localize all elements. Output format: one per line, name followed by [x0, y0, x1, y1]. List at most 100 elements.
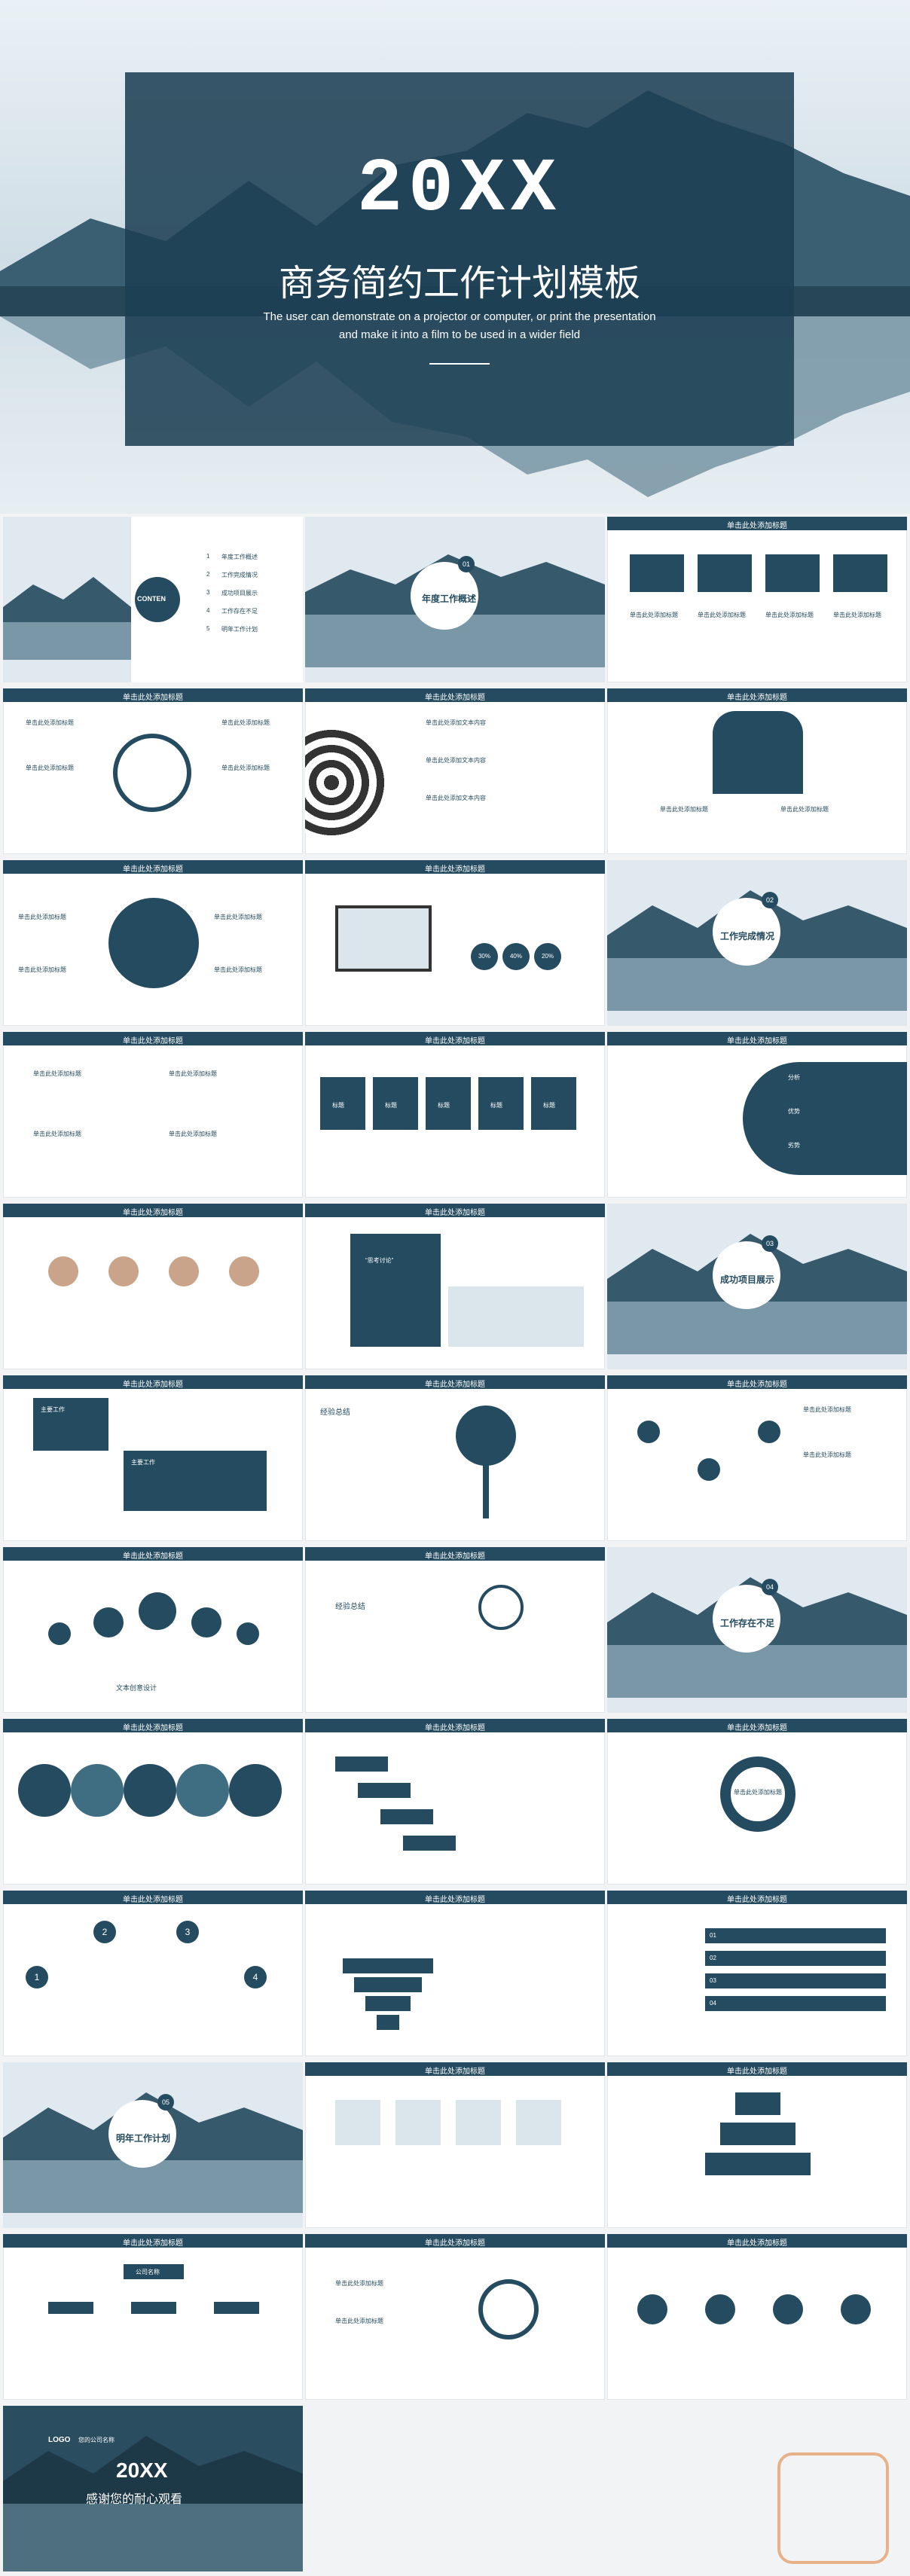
slide-header: 单击此处添加标题: [607, 517, 907, 530]
slide-people[interactable]: 单击此处添加标题: [3, 1204, 303, 1369]
slide-arrows[interactable]: 单击此处添加标题 标题 标题 标题 标题 标题: [305, 1032, 605, 1198]
slide-target[interactable]: 单击此处添加标题 单击此处添加文本内容 单击此处添加文本内容 单击此处添加文本内…: [305, 688, 605, 854]
icon-title-2: 单击此处添加标题: [698, 612, 746, 618]
star-icon: [237, 1622, 259, 1645]
arrow-label-4: 标题: [490, 1102, 502, 1109]
star-icon: [48, 1622, 71, 1645]
slide-numbered-path[interactable]: 单击此处添加标题 1 2 3 4: [3, 1891, 303, 2056]
slide-summary[interactable]: 单击此处添加标题 经验总结: [305, 1547, 605, 1713]
slide-main-work[interactable]: 单击此处添加标题 主要工作 主要工作: [3, 1375, 303, 1541]
slide-puzzle[interactable]: 单击此处添加标题 单击此处添加标题 单击此处添加标题 单击此处添加标题 单击此处…: [3, 860, 303, 1026]
slide-magnifier[interactable]: 单击此处添加标题 单击此处添加标题 单击此处添加标题: [305, 2234, 605, 2400]
slide-bars[interactable]: 单击此处添加标题 01 02 03 04: [607, 1891, 907, 2056]
p-logo-icon: [777, 2452, 889, 2564]
list-title-3: 单击此处添加标题: [33, 1131, 81, 1137]
toc-item-1[interactable]: 年度工作概述: [221, 553, 258, 561]
slide-team[interactable]: 单击此处添加标题 单击此处添加标题 单击此处添加标题: [607, 688, 907, 854]
toc-item-5[interactable]: 明年工作计划: [221, 625, 258, 633]
slide-stopwatch[interactable]: 单击此处添加标题 单击此处添加标题 单击此处添加标题 单击此处添加标题 单击此处…: [3, 688, 303, 854]
slide-section-3[interactable]: 03 成功项目展示: [607, 1204, 907, 1369]
slide-cycle[interactable]: 单击此处添加标题 单击此处添加标题: [607, 1719, 907, 1885]
org-node: [214, 2302, 259, 2314]
slide-drops[interactable]: 单击此处添加标题: [607, 2234, 907, 2400]
pyramid-level-1: [735, 2092, 780, 2115]
slide-header: 单击此处添加标题: [3, 1375, 303, 1389]
slide-header: 单击此处添加标题: [607, 1032, 907, 1045]
pin-text-2: 单击此处添加标题: [803, 1451, 851, 1458]
slide-header: 单击此处添加标题: [607, 2062, 907, 2076]
puzzle-text-4: 单击此处添加标题: [214, 966, 262, 973]
slide-tree[interactable]: 单击此处添加标题 经验总结: [305, 1375, 605, 1541]
cover-subtitle: 商务简约工作计划模板: [278, 264, 640, 304]
magnifier-icon: [478, 2279, 539, 2339]
text-right-1: 单击此处添加标题: [221, 719, 270, 726]
pin-icon: [758, 1421, 780, 1443]
bar-label-3: 03: [710, 1977, 716, 1984]
percent-1: 30%: [471, 943, 498, 970]
photo-placeholder: [448, 1286, 584, 1347]
quote-panel: [350, 1234, 441, 1347]
bar-4: [705, 1996, 886, 2011]
slide-discussion[interactable]: 单击此处添加标题 “思考讨论”: [305, 1204, 605, 1369]
toc-conten: CONTEN: [137, 595, 166, 603]
slide-org-chart[interactable]: 单击此处添加标题 公司名称: [3, 2234, 303, 2400]
slide-circles-row[interactable]: 单击此处添加标题: [3, 1719, 303, 1885]
icon-tile-2: [698, 554, 752, 592]
slide-section-1[interactable]: 01 年度工作概述: [305, 517, 605, 682]
slide-monitor[interactable]: 单击此处添加标题 30% 40% 20%: [305, 860, 605, 1026]
toc-num-5: 5: [206, 625, 210, 632]
funnel-tier-2: [354, 1977, 422, 1992]
slide-section-4[interactable]: 04 工作存在不足: [607, 1547, 907, 1713]
slide-icon-list[interactable]: 单击此处添加标题 单击此处添加标题 单击此处添加标题 单击此处添加标题 单击此处…: [3, 1032, 303, 1198]
slide-stars[interactable]: 单击此处添加标题 文本创意设计: [3, 1547, 303, 1713]
bar-3: [705, 1973, 886, 1988]
funnel-tier-3: [365, 1996, 411, 2011]
slide-analysis[interactable]: 单击此处添加标题 分析 优势 劣势: [607, 1032, 907, 1198]
slide-closing[interactable]: LOGO 您的公司名称 20XX 感谢您的耐心观看: [3, 2406, 303, 2571]
analysis-label-1: 分析: [788, 1074, 800, 1081]
slide-pyramid[interactable]: 单击此处添加标题: [607, 2062, 907, 2228]
bar-label-4: 04: [710, 2000, 716, 2007]
bar-2: [705, 1951, 886, 1966]
slide-header: 单击此处添加标题: [305, 688, 605, 702]
list-title-4: 单击此处添加标题: [169, 1131, 217, 1137]
section-number: 04: [762, 1579, 778, 1595]
magnifier-text-2: 单击此处添加标题: [335, 2318, 383, 2324]
slide-pins[interactable]: 单击此处添加标题 单击此处添加标题 单击此处添加标题: [607, 1375, 907, 1541]
slide-header: 单击此处添加标题: [607, 2234, 907, 2248]
analysis-label-3: 劣势: [788, 1142, 800, 1149]
toc-num-3: 3: [206, 589, 210, 596]
text-left-2: 单击此处添加标题: [26, 765, 74, 771]
arrow-label-5: 标题: [543, 1102, 555, 1109]
slide-toc[interactable]: CONTEN 1 年度工作概述 2 工作完成情况 3 成功项目展示 4 工作存在…: [3, 517, 303, 682]
slide-funnel[interactable]: 单击此处添加标题: [305, 1891, 605, 2056]
slide-header: 单击此处添加标题: [3, 1719, 303, 1732]
slide-icons-4[interactable]: 单击此处添加标题 单击此处添加标题 单击此处添加标题 单击此处添加标题 单击此处…: [607, 517, 907, 682]
list-title-1: 单击此处添加标题: [33, 1070, 81, 1077]
cover-caption-line2: and make it into a film to be used in a …: [338, 328, 581, 341]
toc-item-4[interactable]: 工作存在不足: [221, 607, 258, 615]
slide-header: 单击此处添加标题: [305, 860, 605, 874]
stopwatch-icon: [113, 734, 191, 812]
slide-photo-cards[interactable]: 单击此处添加标题: [305, 2062, 605, 2228]
star-caption: 文本创意设计: [116, 1684, 157, 1692]
slide-header: 单击此处添加标题: [305, 2234, 605, 2248]
avatar: [229, 1256, 259, 1286]
pin-text-1: 单击此处添加标题: [803, 1406, 851, 1413]
slide-section-2[interactable]: 02 工作完成情况: [607, 860, 907, 1026]
step-number-1: 1: [26, 1966, 48, 1988]
cover-divider: [429, 363, 490, 365]
slide-stairs[interactable]: 单击此处添加标题: [305, 1719, 605, 1885]
team-silhouette-icon: [713, 711, 803, 794]
slide-section-5[interactable]: 05 明年工作计划: [3, 2062, 303, 2228]
photo-card-3: [456, 2100, 501, 2145]
text-left-1: 单击此处添加标题: [26, 719, 74, 726]
slide-header: 单击此处添加标题: [305, 1375, 605, 1389]
toc-item-2[interactable]: 工作完成情况: [221, 571, 258, 579]
pin-icon: [698, 1458, 720, 1481]
toc-item-3[interactable]: 成功项目展示: [221, 589, 258, 597]
tree-trunk: [483, 1458, 489, 1518]
drop-icon: [705, 2294, 735, 2324]
analysis-label-2: 优势: [788, 1108, 800, 1115]
closing-logo: LOGO: [48, 2436, 71, 2444]
